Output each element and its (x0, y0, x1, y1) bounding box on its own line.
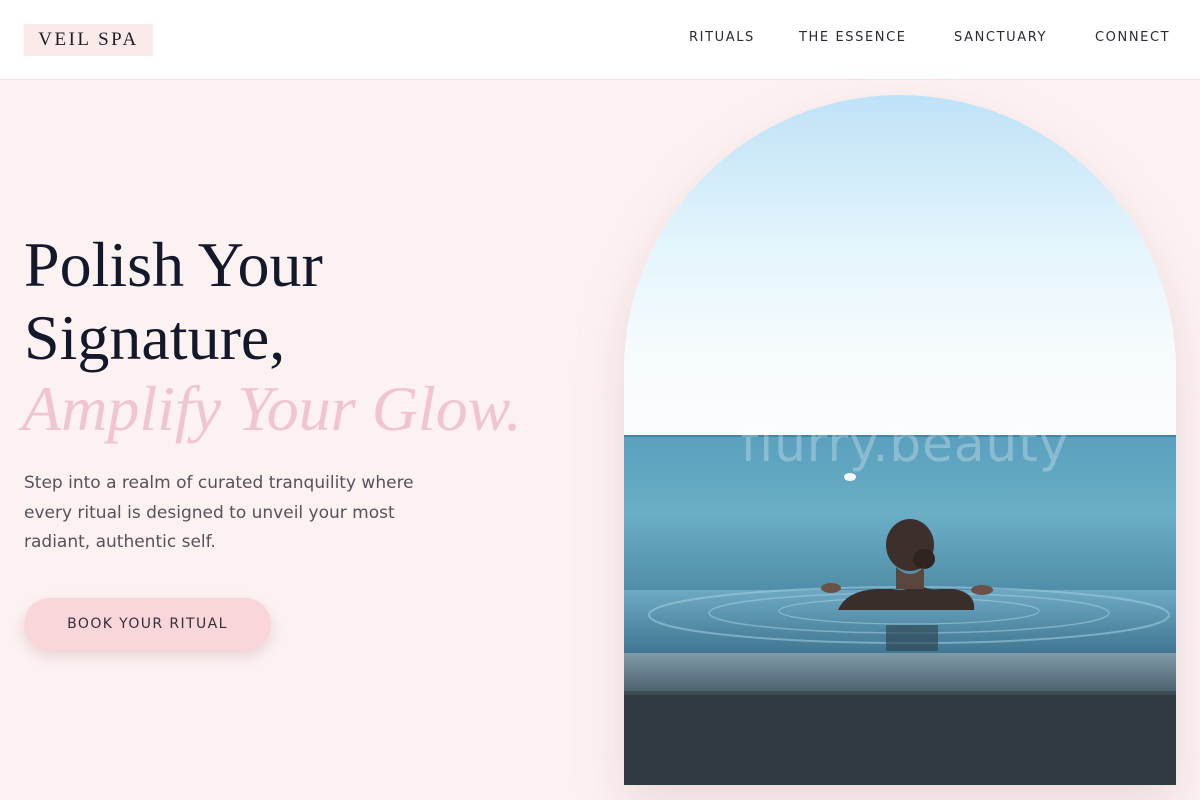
image-watermark: flurry.beauty (740, 415, 1070, 473)
hero-accent-title: Amplify Your Glow. (22, 373, 522, 444)
nav-item-sanctuary[interactable]: SANCTUARY (954, 30, 1047, 45)
brand-logo[interactable]: VEIL SPA (24, 24, 153, 56)
hero-image: flurry.beauty (624, 95, 1176, 785)
nav-item-the-essence[interactable]: THE ESSENCE (799, 30, 907, 45)
hero-description: Step into a realm of curated tranquility… (24, 473, 414, 552)
site-header: VEIL SPA RITUALS THE ESSENCE SANCTUARY C… (0, 0, 1200, 80)
nav-item-connect[interactable]: CONNECT (1095, 30, 1170, 45)
hero-title: Polish Your Signature, (24, 229, 323, 373)
book-ritual-button[interactable]: BOOK YOUR RITUAL (24, 598, 271, 650)
nav-item-rituals[interactable]: RITUALS (689, 30, 755, 45)
